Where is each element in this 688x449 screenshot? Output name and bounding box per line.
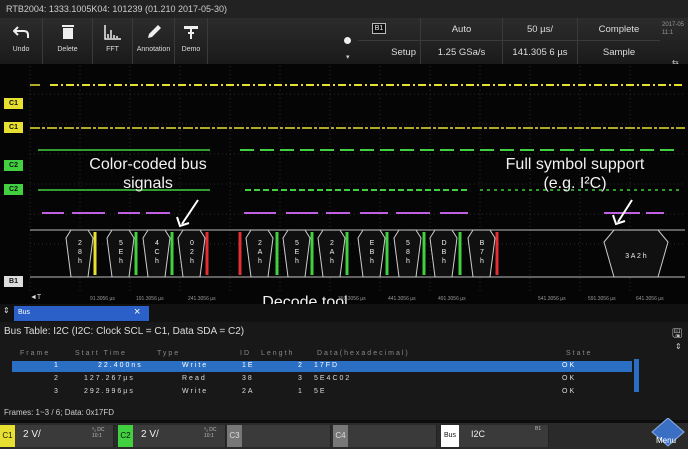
time-label: 91.3056 µs xyxy=(90,296,115,302)
channel-c2-tile[interactable]: C2 2 V/ ⁰ᵤ DC 10:1 xyxy=(118,425,226,447)
channel-c1-tile[interactable]: C1 2 V/ ⁰ᵤ DC 10:1 xyxy=(0,425,114,447)
symbol-11: 3 A 2 h xyxy=(625,253,647,260)
symbol-0: 28h xyxy=(78,240,82,265)
menu-button[interactable]: Menu xyxy=(648,417,688,449)
bus-decode-lane: 28h 5Eh 4Ch 02h 2Ah 5Eh 2Ah EBh 58h DBh … xyxy=(30,229,685,278)
c2-analog-label[interactable]: C2 xyxy=(4,160,23,171)
tab-bus-label: Bus xyxy=(18,309,31,316)
waveform-display[interactable]: 28h 5Eh 4Ch 02h 2Ah 5Eh 2Ah EBh 58h DBh … xyxy=(0,64,688,312)
symbol-support-callout: Full symbol support (e.g. I²C) xyxy=(505,156,645,192)
bus-table-title: Bus Table: I2C (I2C: Clock SCL = C1, Dat… xyxy=(4,326,245,337)
time-label: 241.3056 µs xyxy=(188,296,216,302)
channel-c3-tile[interactable]: C3 xyxy=(227,425,331,447)
trigger-marker[interactable]: ◄T xyxy=(30,294,41,301)
oscilloscope-screen: RTB2004: 1333.1005K04: 101239 (01.210 20… xyxy=(0,0,688,449)
title-bar: RTB2004: 1333.1005K04: 101239 (01.210 20… xyxy=(0,0,688,18)
channel-bar: C1 2 V/ ⁰ᵤ DC 10:1 C2 2 V/ ⁰ᵤ DC 10:1 C3 C… xyxy=(0,423,688,449)
table-row[interactable]: 1 22.400ns Write 1E 2 17FD OK xyxy=(12,361,632,372)
time-label: 491.3056 µs xyxy=(438,296,466,302)
table-scrollbar[interactable] xyxy=(634,359,639,392)
record-dot-icon[interactable] xyxy=(344,37,351,44)
bus-table: Bus Table: I2C (I2C: Clock SCL = C1, Dat… xyxy=(0,322,688,420)
acquisition-status[interactable]: Complete Sample xyxy=(577,18,660,64)
bus-tile[interactable]: Bus I2C B1 xyxy=(441,425,549,447)
close-icon[interactable]: × xyxy=(134,306,140,318)
pen-icon xyxy=(133,18,174,46)
symbol-1: 5Eh xyxy=(119,240,124,265)
resize-arrows-icon[interactable]: ⇕ xyxy=(3,306,10,315)
symbol-4: 2Ah xyxy=(258,240,263,265)
fft-button[interactable]: FFT xyxy=(93,18,133,64)
scroll-arrows-icon[interactable]: ⇕ xyxy=(675,342,682,351)
fft-icon xyxy=(93,18,132,46)
undo-button[interactable]: Undo xyxy=(0,18,43,64)
symbol-8: 58h xyxy=(406,240,410,265)
delete-button[interactable]: Delete xyxy=(43,18,93,64)
chevron-down-icon[interactable]: ▾ xyxy=(346,53,350,61)
symbol-6: 2Ah xyxy=(330,240,335,265)
c2-logic-label[interactable]: C2 xyxy=(4,184,23,195)
toolbar: Undo Delete FFT Annotation Demo ▾ B1 Set… xyxy=(0,18,688,67)
time-label: 391.3056 µs xyxy=(338,296,366,302)
setup-cell[interactable]: Setup xyxy=(358,18,420,64)
symbol-5: 5Eh xyxy=(295,240,300,265)
time-label: 441.3056 µs xyxy=(388,296,416,302)
annotation-button[interactable]: Annotation xyxy=(133,18,175,64)
time-label: 591.3056 µs xyxy=(588,296,616,302)
datetime: 2017-05 11:1 xyxy=(662,22,685,36)
bus-signals-callout: Color-coded bus signals xyxy=(89,156,207,192)
time-label: 641.3056 µs xyxy=(636,296,664,302)
timebase-status[interactable]: 50 µs/ 141.305 6 µs xyxy=(502,18,577,64)
channel-c4-tile[interactable]: C4 xyxy=(333,425,437,447)
b1-label[interactable]: B1 xyxy=(4,276,23,287)
table-row[interactable]: 2 127.267µs Read 38 3 5E4C02 OK xyxy=(12,374,632,385)
frames-summary: Frames: 1~3 / 6; Data: 0x17FD xyxy=(4,408,115,417)
trigger-status[interactable]: Auto 1.25 GSa/s xyxy=(420,18,502,64)
symbol-2: 4Ch xyxy=(154,240,159,265)
symbol-3: 02h xyxy=(190,240,194,265)
undo-icon xyxy=(0,18,42,46)
symbol-9: DBh xyxy=(441,240,446,265)
c1-analog-label[interactable]: C1 xyxy=(4,98,23,109)
trash-icon xyxy=(43,18,92,46)
demo-icon xyxy=(175,18,207,46)
bus-tab-bar: ⇕ Bus × xyxy=(0,304,688,322)
table-row[interactable]: 3 292.996µs Write 2A 1 5E OK xyxy=(12,387,632,398)
time-label: 541.3056 µs xyxy=(538,296,566,302)
demo-button[interactable]: Demo xyxy=(175,18,208,64)
tab-bus[interactable]: Bus × xyxy=(14,306,149,321)
time-label: 191.3056 µs xyxy=(136,296,164,302)
c1-logic-label[interactable]: C1 xyxy=(4,122,23,133)
symbol-10: B7h xyxy=(480,240,485,265)
symbol-7: EBh xyxy=(370,240,375,265)
bus-table-header: Frame Start Time Type ID Length Data(hex… xyxy=(20,350,593,357)
